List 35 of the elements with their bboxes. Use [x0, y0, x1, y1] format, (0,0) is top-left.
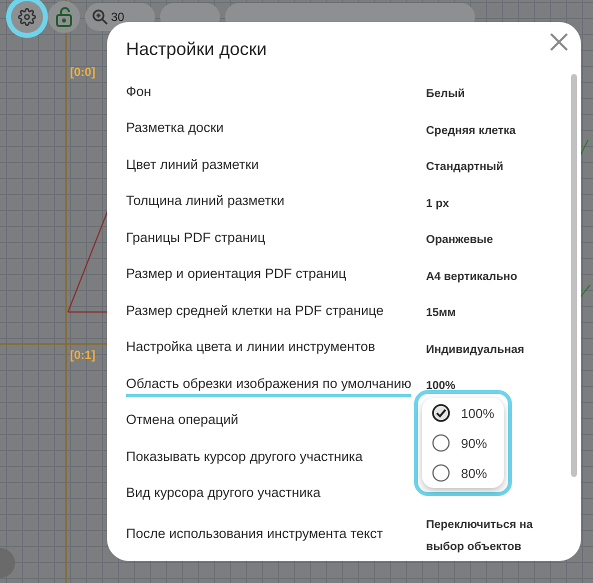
setting-label: Размер средней клетки на PDF странице [126, 302, 384, 320]
setting-label: Размер и ориентация PDF страниц [126, 266, 346, 284]
scrollbar[interactable] [571, 74, 577, 477]
setting-label: Границы PDF страниц [126, 230, 266, 247]
setting-label: Фон [126, 84, 152, 101]
setting-value[interactable]: Белый [426, 83, 465, 106]
setting-label: После использования инструмента текст [126, 526, 383, 543]
setting-label: Настройка цвета и линии инструментов [126, 339, 376, 356]
setting-label: Показывать курсор другого участника [126, 448, 363, 466]
settings-button[interactable] [11, 1, 43, 33]
setting-value[interactable]: Средняя клетка [426, 120, 516, 142]
setting-value[interactable]: Оранжевые [426, 229, 493, 252]
setting-value[interactable]: 1 px [426, 192, 450, 215]
setting-value[interactable]: Индивидуальная [426, 338, 524, 361]
coordinate-label: [0:0] [70, 65, 96, 79]
dropdown-option[interactable]: 90% [432, 430, 504, 456]
settings-icon [18, 8, 36, 26]
setting-value[interactable]: 100% [426, 375, 456, 398]
lock-icon [55, 7, 73, 27]
lock-button[interactable] [48, 1, 80, 33]
setting-label: Вид курсора другого участника [126, 485, 320, 502]
zoom-icon [92, 9, 108, 25]
setting-label: Цвет линий разметки [126, 156, 259, 174]
setting-value[interactable]: Стандартный [426, 156, 504, 178]
setting-value[interactable]: 15мм [426, 302, 456, 324]
coordinate-label: [0:1] [70, 348, 96, 362]
setting-label: Отмена операций [126, 412, 238, 430]
setting-label: Область обрезки изображения по умолчанию [126, 376, 412, 397]
setting-value[interactable]: Переключиться на выбор объектов [426, 514, 551, 558]
dropdown-option[interactable]: 80% [432, 460, 504, 486]
setting-label: Толщина линий разметки [126, 193, 284, 210]
setting-label: Разметка доски [126, 120, 224, 138]
setting-value[interactable]: А4 вертикально [426, 266, 518, 288]
dropdown-option[interactable]: 100% [432, 400, 504, 426]
dialog-title: Настройки доски [126, 39, 267, 60]
